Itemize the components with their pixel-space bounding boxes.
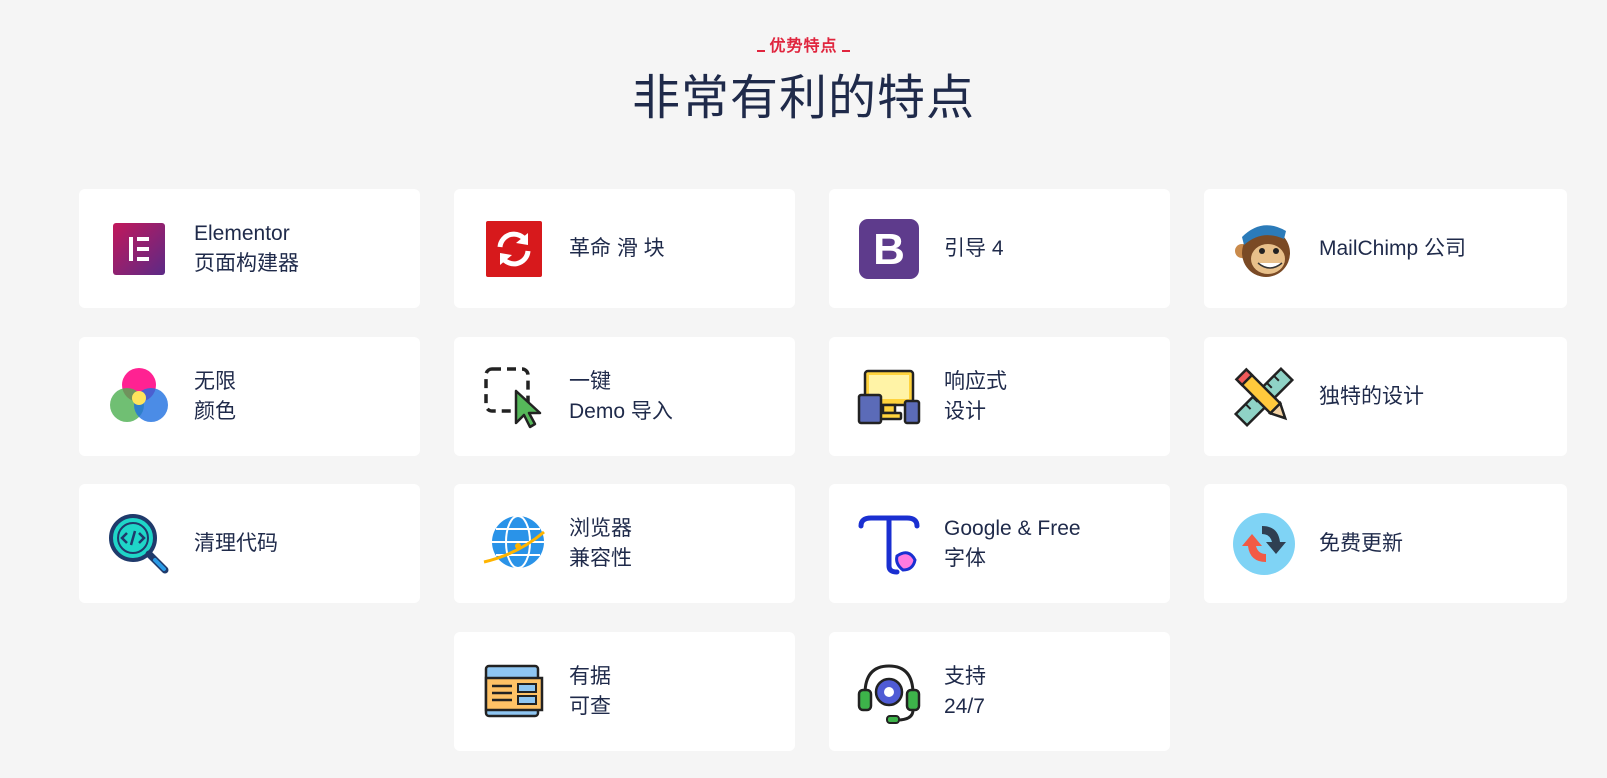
feature-label: 清理代码 [194, 484, 278, 603]
feature-label-line1: 引导 4 [944, 236, 1004, 260]
feature-label-line2: 兼容性 [569, 546, 632, 570]
feature-label-line1: 浏览器 [569, 516, 632, 540]
feature-label-line1: 一键 [569, 369, 611, 393]
feature-label: Elementor 页面构建器 [194, 189, 299, 308]
feature-card-bootstrap: B 引导 4 [829, 189, 1170, 308]
revolution-slider-icon [486, 221, 542, 277]
feature-label-line1: 清理代码 [194, 531, 278, 555]
feature-label: 革命 滑 块 [569, 189, 665, 308]
pencil-ruler-icon [1233, 366, 1295, 428]
feature-label-line2: 字体 [944, 546, 986, 570]
font-t-icon [858, 515, 920, 575]
bootstrap-icon: B [859, 219, 919, 279]
feature-label: 无限 颜色 [194, 337, 236, 456]
feature-label: Google & Free 字体 [944, 484, 1081, 603]
mailchimp-icon [1235, 225, 1290, 277]
feature-label: 独特的设计 [1319, 337, 1424, 456]
feature-label: 响应式 设计 [944, 337, 1007, 456]
code-magnifier-icon [109, 514, 169, 574]
feature-label: 免费更新 [1319, 484, 1403, 603]
globe-icon [483, 515, 545, 569]
feature-label-line1: 独特的设计 [1319, 384, 1424, 408]
feature-label-line1: 支持 [944, 664, 986, 688]
feature-label-line2: 颜色 [194, 399, 236, 423]
feature-label-line1: 响应式 [944, 369, 1007, 393]
feature-label: 引导 4 [944, 189, 1004, 308]
feature-card-revolution-slider: 革命 滑 块 [454, 189, 795, 308]
feature-card-google-fonts: Google & Free 字体 [829, 484, 1170, 603]
svg-text:B: B [873, 225, 905, 274]
eyebrow-dash-right [841, 49, 850, 52]
documentation-icon [484, 664, 544, 718]
eyebrow-dash-left [757, 49, 766, 52]
feature-label-line2: 设计 [944, 399, 986, 423]
update-arrows-icon [1233, 513, 1295, 575]
feature-label: 有据 可查 [569, 632, 611, 751]
feature-label-line1: 有据 [569, 664, 611, 688]
feature-card-elementor: Elementor 页面构建器 [79, 189, 420, 308]
feature-label: 浏览器 兼容性 [569, 484, 632, 603]
feature-label-line1: 免费更新 [1319, 531, 1403, 555]
color-circles-icon [110, 368, 168, 422]
feature-card-documentation: 有据 可查 [454, 632, 795, 751]
feature-label-line2: 24/7 [944, 694, 985, 718]
feature-label-line1: 无限 [194, 369, 236, 393]
feature-card-unique-design: 独特的设计 [1204, 337, 1567, 456]
feature-card-one-click-demo: 一键 Demo 导入 [454, 337, 795, 456]
feature-label-line1: Elementor [194, 221, 290, 245]
feature-label-line2: Demo 导入 [569, 399, 673, 423]
feature-label-line1: 革命 滑 块 [569, 236, 665, 260]
responsive-devices-icon [857, 369, 921, 425]
feature-label-line2: 页面构建器 [194, 251, 299, 275]
feature-label: 一键 Demo 导入 [569, 337, 673, 456]
feature-card-mailchimp: MailChimp 公司 [1204, 189, 1567, 308]
feature-card-support: 支持 24/7 [829, 632, 1170, 751]
feature-label-line1: Google & Free [944, 516, 1081, 540]
one-click-cursor-icon [484, 367, 542, 429]
elementor-icon [113, 223, 165, 275]
support-headset-icon [857, 664, 921, 724]
feature-label: 支持 24/7 [944, 632, 986, 751]
feature-card-free-updates: 免费更新 [1204, 484, 1567, 603]
section-title: 非常有利的特点 [631, 72, 975, 125]
feature-card-clean-code: 清理代码 [79, 484, 420, 603]
feature-label: MailChimp 公司 [1319, 189, 1466, 308]
feature-card-unlimited-colors: 无限 颜色 [79, 337, 420, 456]
feature-card-responsive: 响应式 设计 [829, 337, 1170, 456]
feature-card-browser-compat: 浏览器 兼容性 [454, 484, 795, 603]
feature-label-line1: MailChimp 公司 [1319, 236, 1467, 260]
eyebrow-text: 优势特点 [769, 38, 838, 55]
feature-label-line2: 可查 [569, 694, 611, 718]
section-eyebrow: 优势特点 [0, 32, 1607, 56]
